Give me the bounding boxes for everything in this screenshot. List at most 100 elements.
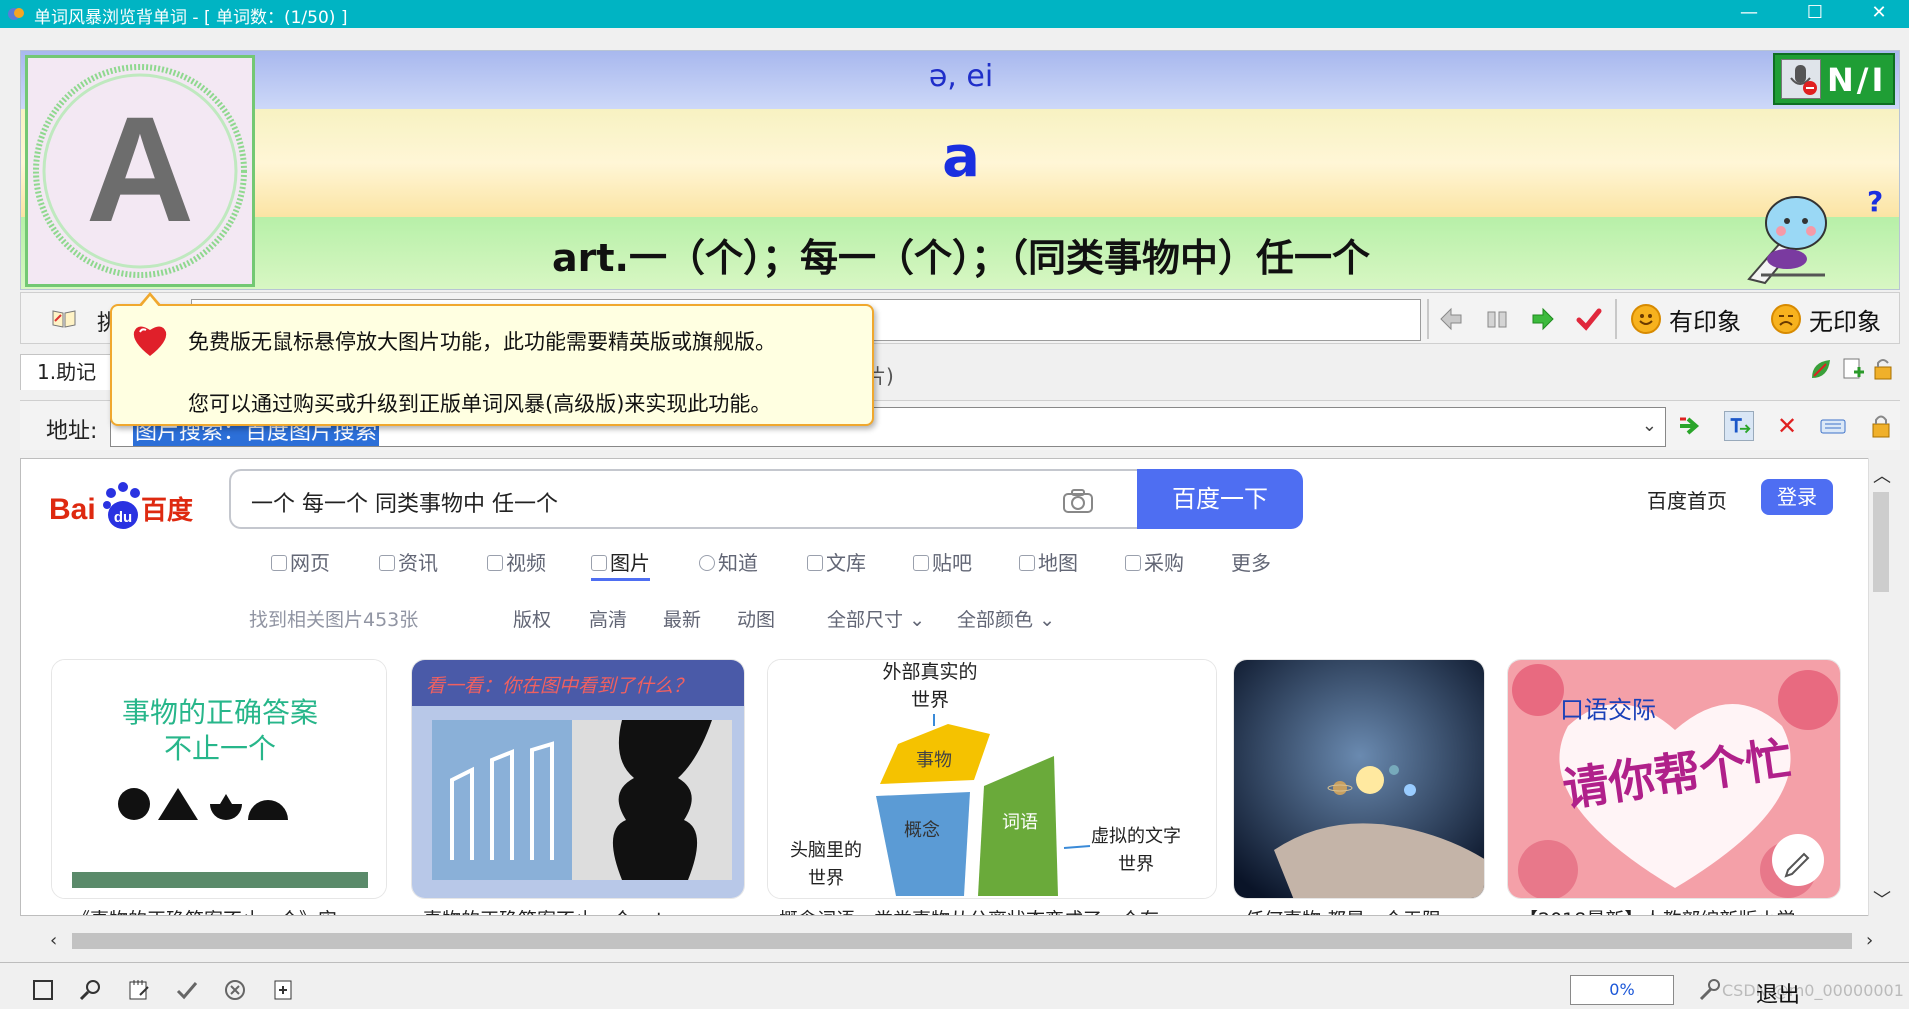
definition: art.一（个）；每一（个）；（同类事物中）任一个	[552, 236, 1370, 280]
result-image-text: 不止一个	[164, 732, 276, 765]
letter-tile[interactable]: A	[25, 55, 255, 287]
chevron-down-icon: ⌄	[1039, 609, 1055, 631]
leaf-icon[interactable]	[1808, 356, 1834, 382]
nav-news[interactable]: 资讯	[379, 547, 438, 581]
result-image[interactable]: 外部真实的 世界 事物 概念 词语 头脑里的 世界 虚拟的文字 世界	[767, 659, 1217, 899]
search-button[interactable]: 百度一下	[1137, 469, 1303, 529]
filter-latest[interactable]: 最新	[663, 605, 701, 632]
paw-icon	[913, 555, 929, 571]
keyboard-icon[interactable]	[1818, 411, 1848, 441]
result-count: 找到相关图片453张	[249, 609, 419, 631]
result-image-text: 看一看：你在图中看到了什么？	[426, 675, 692, 697]
impressed-button[interactable]: 有印象	[1631, 299, 1741, 339]
notebook-icon[interactable]	[126, 977, 152, 1003]
lock-icon[interactable]	[1870, 356, 1896, 382]
exit-button[interactable]: 退出	[1756, 977, 1800, 1009]
book-icon[interactable]	[51, 307, 77, 329]
news-icon	[379, 555, 395, 571]
cancel-icon[interactable]	[222, 977, 248, 1003]
filter-hd[interactable]: 高清	[589, 605, 627, 632]
result-caption[interactable]: 事物的正确答案不止一个ppt	[423, 905, 739, 915]
result-caption[interactable]: 概念词语—类类事物从分离状态变成了一个有…	[779, 905, 1219, 915]
diagram-label: 词语	[1002, 812, 1038, 833]
filter-animated[interactable]: 动图	[737, 605, 775, 632]
ni-button[interactable]: N/I	[1773, 53, 1895, 105]
baidu-logo[interactable]: Bai du 百度	[49, 477, 209, 533]
result-caption[interactable]: 《事物的正确答案不止一个》实…	[71, 905, 387, 915]
login-button[interactable]: 登录	[1761, 479, 1833, 515]
vertical-scrollbar[interactable]: ︿ ﹀	[1868, 458, 1892, 916]
add-page-icon[interactable]	[1840, 356, 1866, 382]
diagram-label: 虚拟的文字	[1091, 826, 1181, 847]
toolbar-separator	[1427, 299, 1429, 339]
mascot-icon	[1747, 196, 1827, 285]
filter-size[interactable]: 全部尺寸 ⌄	[827, 605, 925, 632]
bag-icon	[1125, 555, 1141, 571]
play-icon	[487, 555, 503, 571]
search-input[interactable]: 一个 每一个 同类事物中 任一个	[229, 469, 1137, 529]
app-icon	[8, 8, 24, 20]
nav-map[interactable]: 地图	[1019, 547, 1078, 581]
result-image[interactable]: 事物的正确答案 不止一个	[51, 659, 387, 899]
square-icon[interactable]	[30, 977, 56, 1003]
nav-web[interactable]: 网页	[271, 547, 330, 581]
nav-wenku[interactable]: 文库	[807, 547, 866, 581]
filter-copyright[interactable]: 版权	[513, 605, 551, 632]
check-icon[interactable]	[1575, 305, 1603, 333]
camera-icon[interactable]	[1061, 487, 1095, 515]
pause-icon[interactable]	[1483, 305, 1511, 333]
chevron-right-icon[interactable]: ›	[1866, 930, 1873, 951]
add-card-icon[interactable]	[270, 977, 296, 1003]
nav-more[interactable]: 更多	[1231, 547, 1271, 581]
chevron-up-icon[interactable]: ︿	[1873, 462, 1891, 488]
not-impressed-button[interactable]: 无印象	[1771, 299, 1881, 339]
status-bar: 0% CSDN @m0_00000001 退出	[0, 962, 1909, 1009]
vertical-scroll-thumb[interactable]	[1873, 492, 1889, 592]
nav-image[interactable]: 图片	[591, 547, 650, 581]
ni-label: N/I	[1827, 61, 1887, 99]
diagram-label: 概念	[904, 819, 940, 841]
arrow-left-icon[interactable]	[1437, 305, 1465, 333]
lock-icon[interactable]	[1866, 411, 1896, 441]
nav-purchase[interactable]: 采购	[1125, 547, 1184, 581]
result-image[interactable]: 口语交际 请你帮个忙	[1507, 659, 1841, 899]
minimize-button[interactable]: —	[1720, 0, 1778, 28]
word-panel: A ə, ei a art.一（个）；每一（个）；（同类事物中）任一个 N/I …	[20, 50, 1900, 290]
search-query: 一个 每一个 同类事物中 任一个	[251, 492, 558, 517]
go-icon[interactable]	[1676, 411, 1706, 441]
arrow-right-icon[interactable]	[1529, 305, 1557, 333]
horizontal-scrollbar[interactable]: ‹ ›	[40, 928, 1888, 954]
nav-tieba[interactable]: 贴吧	[913, 547, 972, 581]
delete-icon[interactable]: ✕	[1772, 411, 1802, 441]
close-button[interactable]: ✕	[1850, 0, 1908, 28]
microphone-icon	[1781, 59, 1821, 99]
horizontal-scroll-thumb[interactable]	[72, 933, 1852, 949]
chevron-down-icon[interactable]: ⌄	[1642, 415, 1657, 436]
result-image[interactable]	[1233, 659, 1485, 899]
tooltip-line-2: 您可以通过购买或升级到正版单词风暴(高级版)来实现此功能。	[188, 392, 772, 416]
result-caption[interactable]: 【2018最新】人教部编新版小学…	[1519, 905, 1849, 915]
result-caption[interactable]: 任何事物,都是一个无限…	[1245, 905, 1481, 915]
phonetic: ə, ei	[928, 59, 994, 94]
diagram-label: 外部真实的	[882, 661, 977, 683]
diagram-label: 世界	[1118, 854, 1154, 875]
check-icon[interactable]	[174, 977, 200, 1003]
baidu-home-link[interactable]: 百度首页	[1647, 485, 1727, 514]
tab-mnemonic[interactable]: 1.助记	[20, 354, 114, 390]
result-image[interactable]: 看一看：你在图中看到了什么？	[411, 659, 745, 899]
nav-video[interactable]: 视频	[487, 547, 546, 581]
diagram-label: 世界	[911, 689, 949, 711]
chevron-down-icon[interactable]: ﹀	[1873, 886, 1891, 912]
translate-icon[interactable]	[1724, 411, 1754, 441]
result-image-graphic: 口语交际 请你帮个忙	[1508, 660, 1840, 898]
chevron-left-icon[interactable]: ‹	[50, 930, 57, 951]
filter-color[interactable]: 全部颜色 ⌄	[957, 605, 1055, 632]
frown-icon	[1771, 304, 1801, 334]
diagram-label: 世界	[808, 868, 844, 889]
help-button[interactable]: ?	[1867, 185, 1883, 218]
magnifier-icon[interactable]	[78, 977, 104, 1003]
logo-paw-text: du	[114, 509, 132, 526]
nav-zhidao[interactable]: 知道	[699, 547, 758, 581]
maximize-button[interactable]: ☐	[1786, 0, 1844, 28]
tools-icon[interactable]	[1696, 977, 1722, 1003]
